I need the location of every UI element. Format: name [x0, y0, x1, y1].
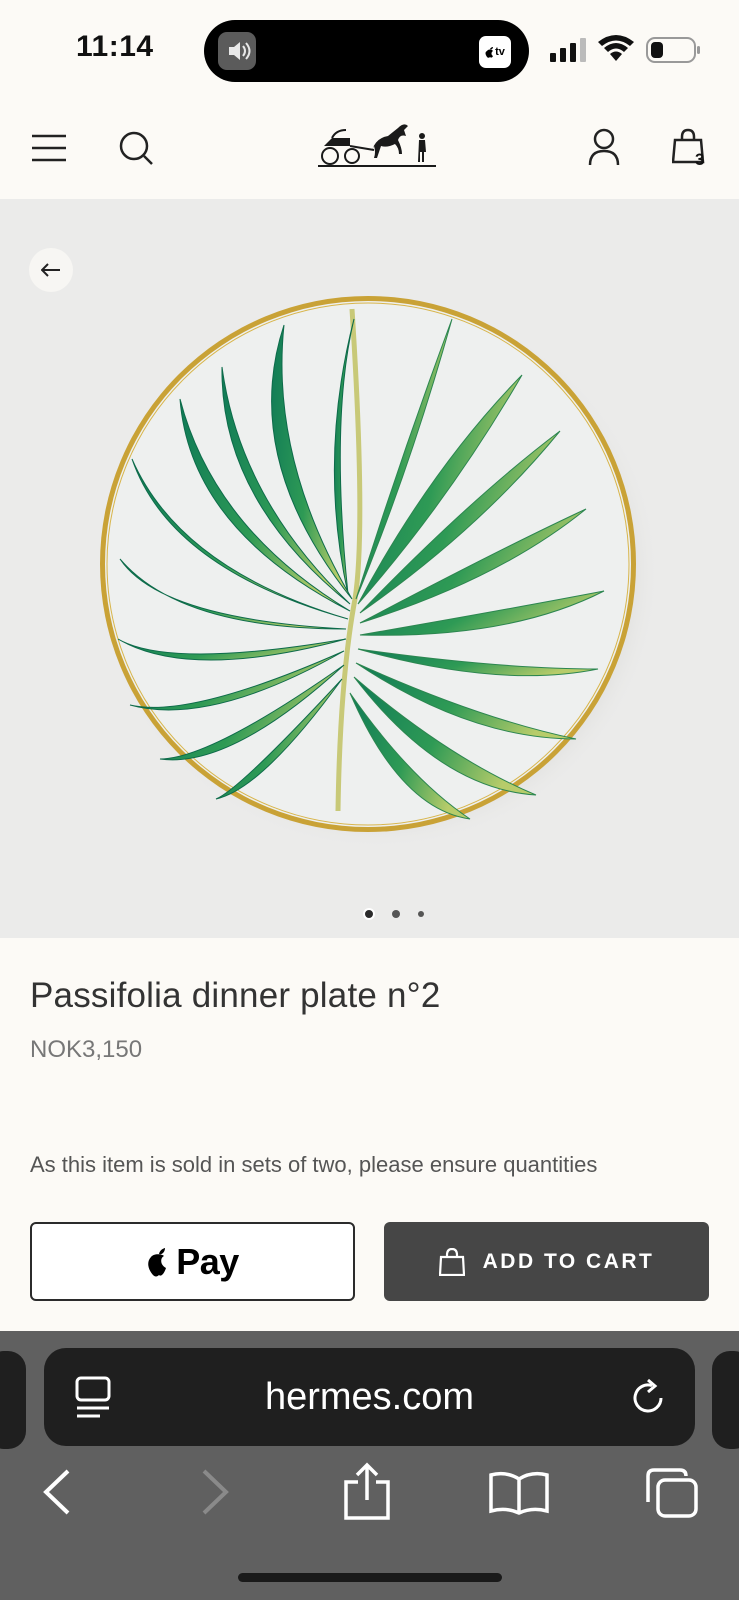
carousel-dot[interactable] [392, 910, 400, 918]
apple-tv-icon: tv [479, 36, 511, 68]
hermes-logo[interactable] [318, 114, 436, 172]
apple-pay-button[interactable]: Pay [30, 1222, 355, 1301]
browser-toolbar: hermes.com [0, 1331, 739, 1600]
add-to-cart-button[interactable]: ADD TO CART [384, 1222, 709, 1301]
add-to-cart-label: ADD TO CART [482, 1249, 655, 1273]
carousel-dot[interactable] [418, 911, 424, 917]
site-header [0, 100, 739, 199]
account-icon[interactable] [588, 128, 620, 166]
speaker-icon [218, 32, 256, 70]
url-text: hermes.com [264, 1376, 475, 1418]
product-note: As this item is sold in sets of two, ple… [30, 1152, 598, 1177]
arrow-left-icon [41, 263, 60, 277]
forward-arrow-icon[interactable] [200, 1468, 230, 1516]
apple-tv-label: tv [495, 46, 505, 58]
back-button[interactable] [29, 248, 73, 292]
tabs-icon[interactable] [644, 1466, 700, 1520]
apple-logo-icon [148, 1247, 167, 1276]
status-bar: 11:14 tv [0, 0, 739, 100]
reload-icon[interactable] [628, 1378, 668, 1418]
status-time: 11:14 [76, 30, 154, 63]
share-icon[interactable] [342, 1462, 392, 1522]
next-tab-peek[interactable] [712, 1351, 739, 1449]
wifi-icon [598, 35, 634, 61]
previous-tab-peek[interactable] [0, 1351, 26, 1449]
search-icon[interactable] [118, 130, 154, 166]
home-indicator[interactable] [238, 1573, 502, 1582]
shopping-bag-icon [438, 1247, 465, 1276]
dynamic-island[interactable]: tv [204, 20, 529, 82]
plate-image [96, 296, 660, 850]
back-arrow-icon[interactable] [42, 1468, 72, 1516]
product-price: NOK3,150 [30, 1036, 143, 1063]
carousel-dot-active[interactable] [363, 908, 375, 920]
cart-count-badge: 3 [695, 150, 705, 169]
cellular-signal-icon [550, 38, 586, 62]
menu-icon[interactable] [31, 133, 67, 163]
apple-pay-label: Pay [176, 1240, 239, 1282]
address-bar[interactable]: hermes.com [44, 1348, 695, 1446]
product-image-carousel[interactable] [0, 199, 739, 938]
battery-icon [646, 37, 700, 63]
bookmarks-icon[interactable] [488, 1471, 550, 1515]
product-title: Passifolia dinner plate n°2 [30, 976, 441, 1015]
